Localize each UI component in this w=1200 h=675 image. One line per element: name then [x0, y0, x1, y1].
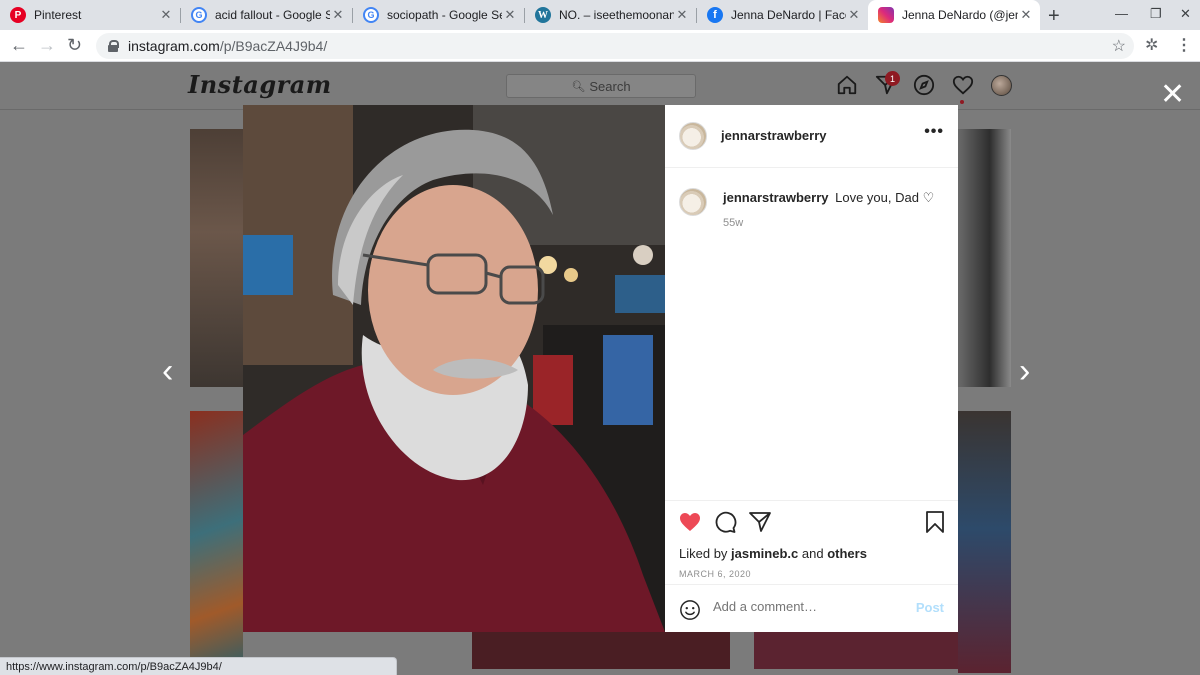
tab-title: sociopath - Google Searc — [387, 8, 502, 22]
activity-heart-icon[interactable] — [952, 74, 974, 96]
tab-facebook[interactable]: f Jenna DeNardo | Facebo ✕ — [697, 0, 868, 30]
post-comment-button[interactable]: Post — [916, 600, 944, 615]
reload-icon[interactable]: ↻ — [67, 35, 82, 56]
window-close-icon[interactable]: ✕ — [1180, 6, 1191, 22]
status-bar-url: https://www.instagram.com/p/B9acZA4J9b4/ — [0, 657, 397, 675]
author-avatar[interactable] — [679, 122, 707, 150]
background-post-tile[interactable] — [472, 632, 730, 669]
tab-pinterest[interactable]: P Pinterest ✕ — [0, 0, 180, 30]
instagram-header: Instagram 🔍︎ Search 1 — [0, 62, 1200, 110]
notification-badge: 1 — [885, 71, 900, 86]
instagram-logo[interactable]: Instagram — [188, 70, 332, 99]
tab-strip: P Pinterest ✕ G acid fallout - Google Se… — [0, 0, 1200, 30]
next-post-icon[interactable]: › — [1019, 354, 1030, 388]
caption-text: Love you, Dad ♡ — [835, 190, 935, 205]
liked-by-and: and — [801, 546, 824, 561]
back-icon[interactable]: ← — [10, 35, 28, 56]
post-photo[interactable] — [243, 105, 665, 632]
restore-icon[interactable]: ❐ — [1150, 6, 1162, 22]
tab-title: Pinterest — [34, 8, 82, 22]
tab-title: Jenna DeNardo (@jenna — [902, 8, 1018, 22]
instagram-page: Instagram 🔍︎ Search 1 ✕ ‹ › jennarstrawb… — [0, 62, 1200, 675]
lock-icon — [108, 40, 119, 52]
new-tab-button[interactable]: + — [1048, 5, 1060, 28]
url-host: instagram.com — [128, 38, 220, 54]
liked-by-others-link[interactable]: others — [827, 546, 867, 561]
facebook-icon: f — [707, 7, 723, 23]
close-icon[interactable]: ✕ — [846, 7, 862, 23]
extensions-icon[interactable]: ✲ — [1145, 35, 1158, 55]
forward-icon[interactable]: → — [38, 35, 56, 56]
google-icon: G — [191, 7, 207, 23]
instagram-icon — [878, 7, 894, 23]
background-post-tile[interactable] — [958, 411, 1011, 673]
minimize-icon[interactable]: — — [1115, 6, 1128, 21]
profile-avatar[interactable] — [991, 75, 1012, 96]
wordpress-icon: W — [535, 7, 551, 23]
search-icon: 🔍︎ — [571, 80, 586, 93]
explore-compass-icon[interactable] — [913, 74, 935, 96]
comment-input[interactable] — [713, 599, 903, 614]
tab-instagram[interactable]: Jenna DeNardo (@jenna ✕ — [868, 0, 1040, 30]
search-placeholder: Search — [589, 78, 631, 94]
address-bar[interactable]: instagram.com/p/B9acZA4J9b4/ ☆ — [96, 33, 1134, 59]
previous-post-icon[interactable]: ‹ — [162, 354, 173, 388]
tab-title: acid fallout - Google Sea — [215, 8, 330, 22]
activity-dot — [960, 100, 964, 104]
bookmark-star-icon[interactable]: ☆ — [1112, 36, 1126, 56]
post-details-panel: jennarstrawberry ••• jennarstrawberry Lo… — [665, 105, 958, 632]
caption-username[interactable]: jennarstrawberry — [723, 190, 829, 205]
close-icon[interactable]: ✕ — [330, 7, 346, 23]
author-username[interactable]: jennarstrawberry — [721, 128, 827, 143]
background-post-tile[interactable] — [754, 632, 958, 669]
comment-icon[interactable] — [713, 510, 737, 534]
add-comment-row: Post — [665, 584, 958, 632]
close-icon[interactable]: ✕ — [158, 7, 174, 23]
url-text: instagram.com/p/B9acZA4J9b4/ — [128, 38, 327, 54]
emoji-icon[interactable] — [679, 599, 701, 621]
close-modal-icon[interactable]: ✕ — [1160, 80, 1185, 110]
search-input[interactable]: 🔍︎ Search — [506, 74, 696, 98]
close-icon[interactable]: ✕ — [674, 7, 690, 23]
tab-title: NO. – iseethemoonandt — [559, 8, 674, 22]
tab-acid-fallout[interactable]: G acid fallout - Google Sea ✕ — [181, 0, 352, 30]
url-path: /p/B9acZA4J9b4/ — [219, 38, 328, 54]
likes-summary: Liked by jasmineb.c and others — [679, 546, 867, 561]
browser-toolbar: ← → ↻ instagram.com/p/B9acZA4J9b4/ ☆ ✲ ⋮ — [0, 30, 1200, 62]
caption-avatar[interactable] — [679, 188, 707, 216]
share-icon[interactable] — [748, 510, 772, 534]
liked-by-user[interactable]: jasmineb.c — [731, 546, 798, 561]
post-photo-image — [243, 105, 665, 632]
pinterest-icon: P — [10, 7, 26, 23]
menu-icon[interactable]: ⋮ — [1176, 35, 1192, 55]
background-post-tile[interactable] — [190, 411, 243, 673]
caption-time-ago[interactable]: 55w — [723, 217, 743, 229]
post-date[interactable]: MARCH 6, 2020 — [679, 569, 751, 579]
tab-wordpress[interactable]: W NO. – iseethemoonandt ✕ — [525, 0, 696, 30]
like-heart-icon[interactable] — [678, 510, 702, 534]
save-bookmark-icon[interactable] — [924, 510, 946, 534]
background-post-tile[interactable] — [958, 129, 1011, 387]
liked-by-prefix: Liked by — [679, 546, 728, 561]
tab-sociopath[interactable]: G sociopath - Google Searc ✕ — [353, 0, 524, 30]
post-actions: Liked by jasmineb.c and others MARCH 6, … — [665, 500, 958, 590]
more-options-icon[interactable]: ••• — [924, 123, 944, 141]
home-icon[interactable] — [836, 74, 858, 96]
background-post-tile[interactable] — [190, 129, 243, 387]
close-icon[interactable]: ✕ — [1018, 7, 1034, 23]
post-header: jennarstrawberry ••• — [665, 105, 958, 168]
post-caption: jennarstrawberry Love you, Dad ♡ — [723, 190, 943, 206]
google-icon: G — [363, 7, 379, 23]
close-icon[interactable]: ✕ — [502, 7, 518, 23]
tab-title: Jenna DeNardo | Facebo — [731, 8, 846, 22]
